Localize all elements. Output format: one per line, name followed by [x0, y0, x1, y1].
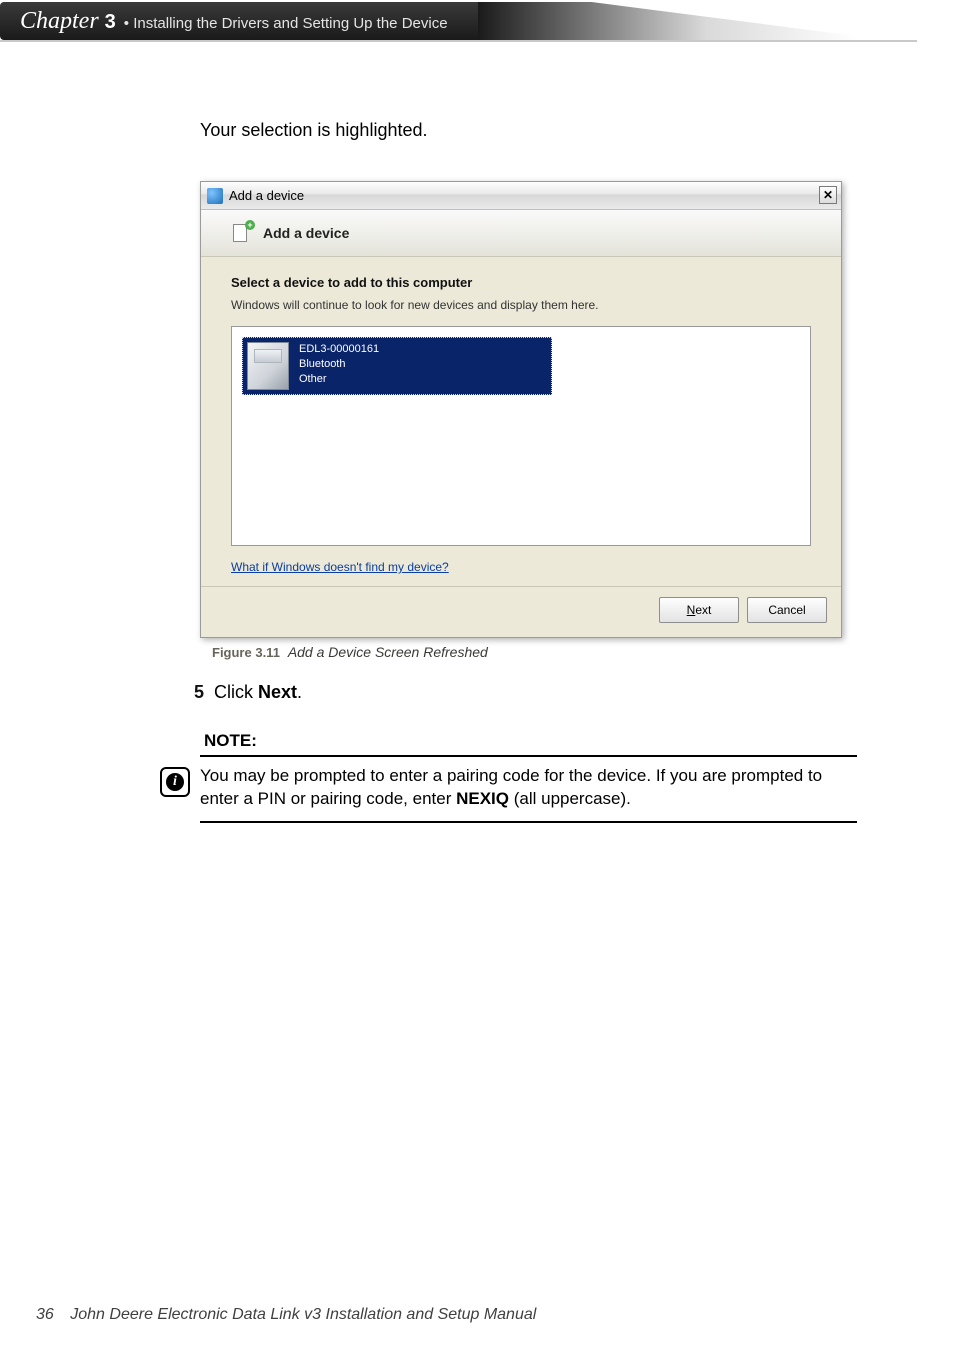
step-text: Click Next. — [214, 682, 302, 703]
footer-title: John Deere Electronic Data Link v3 Insta… — [70, 1306, 536, 1323]
wizard-subheading: Windows will continue to look for new de… — [231, 298, 811, 312]
figure-text: Add a Device Screen Refreshed — [288, 644, 488, 660]
chapter-tab: Chapter 3 • Installing the Drivers and S… — [0, 2, 858, 40]
device-category: Other — [299, 372, 379, 387]
window-inner: + Add a device Select a device to add to… — [201, 210, 841, 637]
device-list[interactable]: EDL3-00000161 Bluetooth Other — [231, 326, 811, 546]
wizard-heading: Select a device to add to this computer — [231, 275, 811, 290]
chapter-underline — [0, 40, 917, 42]
step-number: 5 — [176, 682, 204, 703]
device-thumb-icon — [247, 342, 289, 390]
page-number: 36 — [36, 1306, 54, 1323]
chapter-tab-decor — [478, 2, 858, 40]
wizard-title: Add a device — [263, 225, 349, 241]
note-text: You may be prompted to enter a pairing c… — [200, 765, 857, 811]
titlebar: Add a device ✕ — [201, 182, 841, 210]
note-block: NOTE: i You may be prompted to enter a p… — [200, 731, 857, 823]
chapter-title: • Installing the Drivers and Setting Up … — [124, 15, 448, 32]
wizard-body: Select a device to add to this computer … — [201, 257, 841, 586]
chapter-word: Chapter — [20, 8, 99, 35]
app-icon — [207, 188, 223, 204]
next-button[interactable]: Next — [659, 597, 739, 623]
intro-text: Your selection is highlighted. — [200, 120, 857, 141]
chapter-tab-body: Chapter 3 • Installing the Drivers and S… — [0, 2, 478, 40]
figure-label: Figure 3.11 — [212, 645, 280, 660]
page-footer: 36 John Deere Electronic Data Link v3 In… — [36, 1306, 536, 1324]
chapter-header: Chapter 3 • Installing the Drivers and S… — [0, 2, 917, 40]
device-type: Bluetooth — [299, 357, 379, 372]
wizard-footer: Next Cancel — [201, 586, 841, 637]
figure-caption: Figure 3.11 Add a Device Screen Refreshe… — [212, 644, 857, 660]
note-body: i You may be prompted to enter a pairing… — [200, 755, 857, 823]
device-item[interactable]: EDL3-00000161 Bluetooth Other — [242, 337, 552, 395]
wizard-header: + Add a device — [201, 210, 841, 257]
cancel-button[interactable]: Cancel — [747, 597, 827, 623]
info-icon: i — [160, 767, 190, 797]
titlebar-text: Add a device — [229, 188, 304, 203]
chapter-number: 3 — [105, 11, 116, 34]
note-label: NOTE: — [204, 731, 857, 751]
device-name: EDL3-00000161 — [299, 342, 379, 357]
help-link[interactable]: What if Windows doesn't find my device? — [231, 560, 449, 574]
add-device-icon: + — [231, 222, 253, 244]
close-icon[interactable]: ✕ — [819, 186, 837, 204]
device-lines: EDL3-00000161 Bluetooth Other — [299, 342, 379, 390]
screenshot-window: Add a device ✕ + Add a device Select a d… — [200, 181, 842, 638]
step-row: 5 Click Next. — [176, 682, 857, 703]
